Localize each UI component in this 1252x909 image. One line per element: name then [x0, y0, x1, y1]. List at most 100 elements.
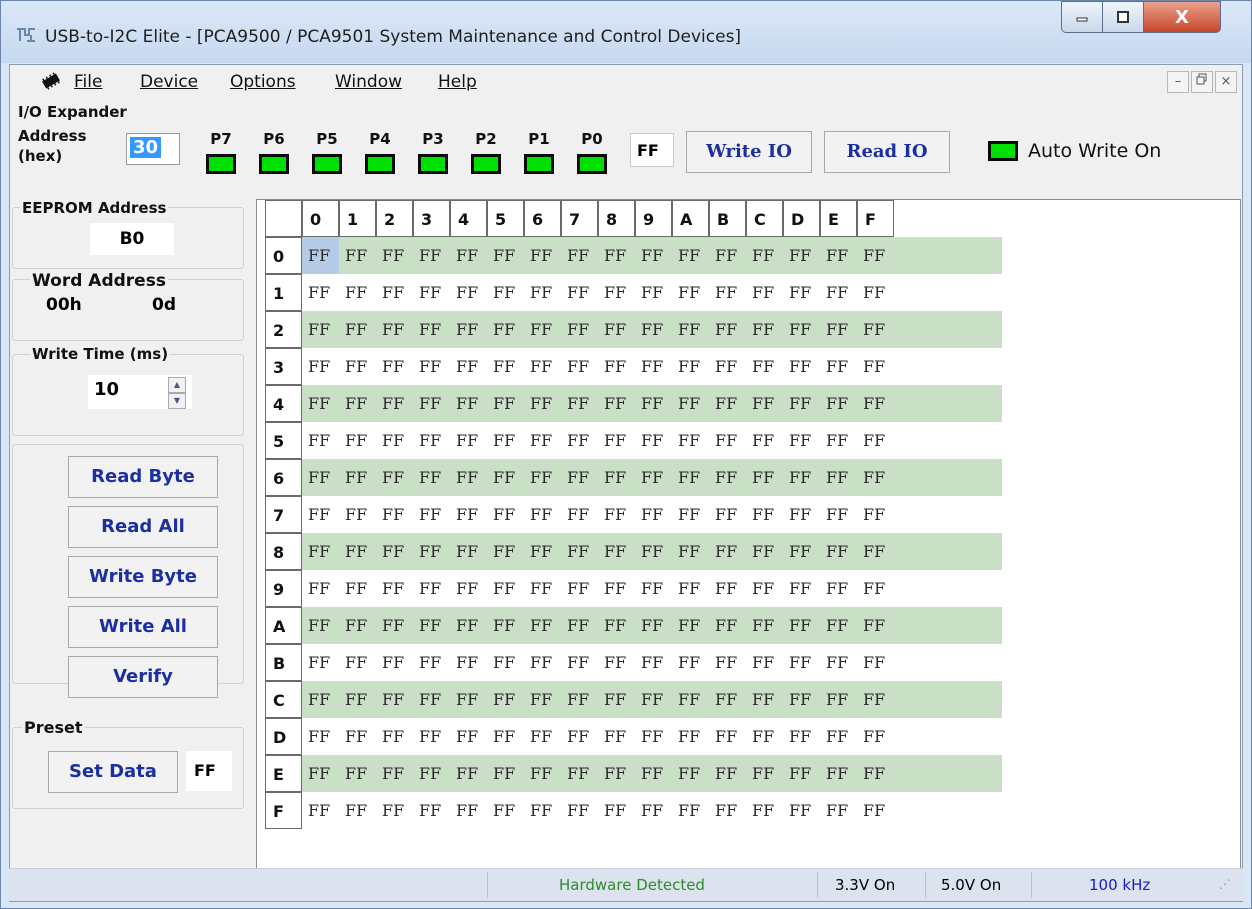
grid-cell[interactable]: FF — [561, 311, 598, 348]
grid-cell[interactable]: FF — [635, 792, 672, 829]
grid-cell[interactable]: FF — [820, 274, 857, 311]
pin-led[interactable] — [312, 154, 342, 174]
maximize-button[interactable] — [1102, 1, 1144, 33]
grid-cell[interactable]: FF — [450, 237, 487, 274]
grid-cell[interactable]: FF — [413, 718, 450, 755]
grid-cell[interactable]: FF — [635, 348, 672, 385]
resize-grip-icon[interactable]: ⋰ — [1219, 877, 1231, 891]
grid-cell[interactable]: FF — [376, 681, 413, 718]
grid-cell[interactable]: FF — [561, 274, 598, 311]
grid-cell[interactable]: FF — [376, 792, 413, 829]
auto-write-led[interactable] — [988, 141, 1018, 161]
grid-cell[interactable]: FF — [302, 755, 339, 792]
grid-cell[interactable]: FF — [302, 533, 339, 570]
column-header[interactable]: B — [709, 200, 746, 237]
grid-cell[interactable]: FF — [524, 422, 561, 459]
row-header[interactable]: E — [265, 755, 302, 792]
grid-cell[interactable]: FF — [635, 681, 672, 718]
grid-cell[interactable]: FF — [857, 607, 894, 644]
grid-cell[interactable]: FF — [339, 348, 376, 385]
grid-cell[interactable]: FF — [450, 496, 487, 533]
grid-cell[interactable]: FF — [783, 422, 820, 459]
grid-cell[interactable]: FF — [783, 496, 820, 533]
grid-cell[interactable]: FF — [672, 681, 709, 718]
pin-p5[interactable]: P5 — [309, 130, 345, 174]
grid-cell[interactable]: FF — [783, 755, 820, 792]
grid-cell[interactable]: FF — [709, 422, 746, 459]
pin-p1[interactable]: P1 — [521, 130, 557, 174]
grid-cell[interactable]: FF — [302, 496, 339, 533]
grid-cell[interactable]: FF — [302, 459, 339, 496]
grid-cell[interactable]: FF — [857, 237, 894, 274]
grid-cell[interactable]: FF — [339, 681, 376, 718]
grid-cell[interactable]: FF — [302, 422, 339, 459]
grid-cell[interactable]: FF — [746, 422, 783, 459]
grid-cell[interactable]: FF — [302, 385, 339, 422]
grid-cell[interactable]: FF — [561, 607, 598, 644]
mdi-close-button[interactable]: × — [1215, 71, 1237, 93]
grid-cell[interactable]: FF — [672, 459, 709, 496]
write-io-button[interactable]: Write IO — [686, 131, 812, 173]
grid-cell[interactable]: FF — [783, 792, 820, 829]
grid-cell[interactable]: FF — [783, 607, 820, 644]
grid-cell[interactable]: FF — [302, 311, 339, 348]
grid-cell[interactable]: FF — [635, 755, 672, 792]
grid-cell[interactable]: FF — [376, 237, 413, 274]
grid-cell[interactable]: FF — [376, 607, 413, 644]
grid-cell[interactable]: FF — [413, 274, 450, 311]
grid-cell[interactable]: FF — [783, 718, 820, 755]
grid-cell[interactable]: FF — [820, 533, 857, 570]
grid-cell[interactable]: FF — [857, 755, 894, 792]
grid-cell[interactable]: FF — [598, 496, 635, 533]
grid-cell[interactable]: FF — [820, 459, 857, 496]
grid-cell[interactable]: FF — [376, 311, 413, 348]
grid-cell[interactable]: FF — [820, 570, 857, 607]
grid-cell[interactable]: FF — [376, 755, 413, 792]
grid-cell[interactable]: FF — [598, 792, 635, 829]
grid-cell[interactable]: FF — [635, 237, 672, 274]
grid-cell[interactable]: FF — [524, 718, 561, 755]
grid-cell[interactable]: FF — [746, 533, 783, 570]
grid-cell[interactable]: FF — [672, 496, 709, 533]
grid-cell[interactable]: FF — [487, 681, 524, 718]
row-header[interactable]: A — [265, 607, 302, 644]
grid-cell[interactable]: FF — [450, 348, 487, 385]
grid-cell[interactable]: FF — [302, 681, 339, 718]
grid-cell[interactable]: FF — [635, 274, 672, 311]
grid-cell[interactable]: FF — [709, 792, 746, 829]
row-header[interactable]: F — [265, 792, 302, 829]
grid-cell[interactable]: FF — [820, 496, 857, 533]
grid-cell[interactable]: FF — [561, 533, 598, 570]
grid-cell[interactable]: FF — [746, 311, 783, 348]
grid-cell[interactable]: FF — [672, 607, 709, 644]
grid-cell[interactable]: FF — [339, 422, 376, 459]
grid-cell[interactable]: FF — [820, 681, 857, 718]
verify-button[interactable]: Verify — [68, 656, 218, 698]
grid-cell[interactable]: FF — [635, 570, 672, 607]
read-all-button[interactable]: Read All — [68, 506, 218, 548]
set-data-button[interactable]: Set Data — [48, 751, 178, 793]
mdi-minimize-button[interactable]: – — [1167, 71, 1189, 93]
column-header[interactable]: A — [672, 200, 709, 237]
grid-cell[interactable]: FF — [635, 385, 672, 422]
auto-write-toggle[interactable]: Auto Write On — [988, 140, 1161, 162]
grid-cell[interactable]: FF — [487, 385, 524, 422]
grid-cell[interactable]: FF — [746, 348, 783, 385]
grid-cell[interactable]: FF — [487, 348, 524, 385]
grid-cell[interactable]: FF — [450, 644, 487, 681]
grid-cell[interactable]: FF — [561, 792, 598, 829]
grid-cell[interactable]: FF — [561, 237, 598, 274]
mdi-restore-button[interactable] — [1191, 71, 1213, 93]
minimize-button[interactable] — [1061, 1, 1103, 33]
grid-cell[interactable]: FF — [413, 385, 450, 422]
grid-cell[interactable]: FF — [598, 718, 635, 755]
pin-p3[interactable]: P3 — [415, 130, 451, 174]
grid-cell[interactable]: FF — [339, 311, 376, 348]
grid-cell[interactable]: FF — [413, 237, 450, 274]
grid-cell[interactable]: FF — [857, 681, 894, 718]
grid-cell[interactable]: FF — [783, 348, 820, 385]
grid-cell[interactable]: FF — [783, 237, 820, 274]
row-header[interactable]: C — [265, 681, 302, 718]
grid-cell[interactable]: FF — [820, 607, 857, 644]
grid-cell[interactable]: FF — [450, 274, 487, 311]
